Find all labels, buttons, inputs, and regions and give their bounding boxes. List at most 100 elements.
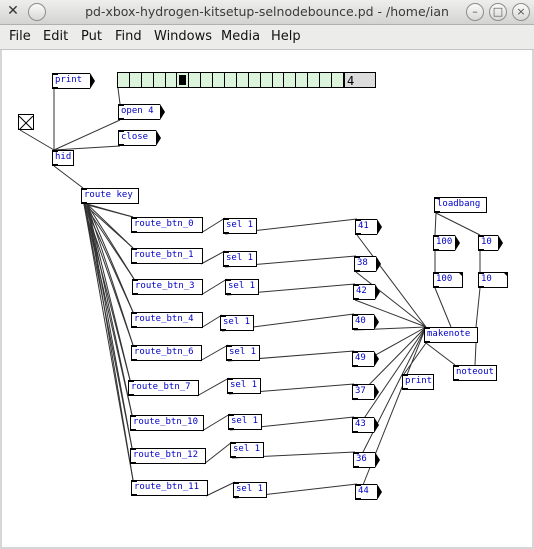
patch-cord[interactable] (117, 87, 121, 105)
patch-cord[interactable] (86, 203, 134, 481)
object-box-s4[interactable]: sel 1 (220, 315, 254, 331)
object-box-s0[interactable]: sel 1 (223, 218, 257, 234)
patch-cord[interactable] (203, 441, 233, 465)
number-box-n100[interactable]: 100 (433, 272, 463, 288)
patch-cord[interactable] (205, 481, 236, 497)
menu-help[interactable]: Help (271, 29, 301, 44)
patch-cord[interactable] (200, 314, 223, 329)
hradio-selector[interactable] (117, 72, 344, 88)
object-box-rb6[interactable]: route_btn_6 (131, 345, 202, 361)
box-label: 100 (436, 237, 453, 247)
number-box-n10[interactable]: 10 (478, 272, 508, 288)
message-box-m43[interactable]: 43 (352, 417, 379, 433)
object-box-routekey[interactable]: route key (81, 188, 139, 204)
patch-cord[interactable] (403, 342, 427, 375)
object-box-s11[interactable]: sel 1 (233, 482, 267, 498)
patch-cord[interactable] (434, 212, 437, 236)
message-box-m44[interactable]: 44 (355, 484, 382, 500)
patch-cord[interactable] (196, 377, 230, 397)
message-box-m37[interactable]: 37 (352, 384, 379, 400)
patch-cord[interactable] (425, 342, 456, 366)
maximize-button[interactable]: □ (489, 3, 507, 21)
object-box-rb10[interactable]: route_btn_10 (130, 415, 204, 431)
menu-edit[interactable]: Edit (43, 29, 68, 44)
patch-cord[interactable] (475, 287, 481, 328)
radio-cell[interactable] (201, 73, 214, 87)
object-box-print2[interactable]: print (402, 374, 434, 390)
menu-windows[interactable]: Windows (154, 29, 212, 44)
patch-canvas[interactable]: 4 print open 4 close hid route key route_btn_… (2, 50, 532, 547)
close-button[interactable]: × (512, 3, 530, 21)
object-box-rb7[interactable]: route_btn_7 (128, 380, 199, 396)
patch-cord[interactable] (435, 212, 481, 236)
radio-cell[interactable] (153, 73, 166, 87)
menu-media[interactable]: Media (221, 29, 260, 44)
radio-cell[interactable] (320, 73, 333, 87)
radio-cell[interactable] (129, 73, 142, 87)
menu-file[interactable]: File (9, 29, 31, 44)
patch-cord[interactable] (200, 217, 226, 234)
radio-cell[interactable] (332, 73, 343, 87)
radio-cell[interactable] (272, 73, 285, 87)
bang-toggle[interactable] (18, 114, 34, 131)
patch-cord[interactable] (86, 203, 133, 416)
object-box-loadbang[interactable]: loadbang (434, 197, 487, 213)
radio-cell[interactable] (213, 73, 226, 87)
patch-cord[interactable] (434, 287, 452, 328)
radio-cell[interactable] (308, 73, 321, 87)
object-box-s12[interactable]: sel 1 (230, 442, 264, 458)
patch-cord[interactable] (201, 413, 231, 432)
outlet (433, 286, 439, 288)
patch-cord[interactable] (86, 203, 134, 346)
object-box-rb1[interactable]: route_btn_1 (131, 248, 203, 264)
menu-find[interactable]: Find (115, 29, 142, 44)
object-box-rb4[interactable]: route_btn_4 (131, 312, 203, 328)
message-box-print1[interactable]: print (52, 73, 95, 89)
object-box-makenote[interactable]: makenote (424, 327, 478, 343)
message-box-close[interactable]: close (118, 130, 161, 146)
patch-cord[interactable] (200, 250, 226, 265)
patch-cord[interactable] (53, 119, 121, 151)
object-box-rb3[interactable]: route_btn_3 (132, 279, 203, 295)
radio-cell[interactable] (260, 73, 273, 87)
radio-cell[interactable] (141, 73, 154, 87)
radio-cell[interactable] (189, 73, 202, 87)
inlet (132, 279, 138, 281)
patch-wires (19, 87, 481, 501)
patch-cord[interactable] (199, 344, 229, 362)
object-box-s3[interactable]: sel 1 (225, 279, 259, 295)
patch-cord[interactable] (474, 342, 477, 366)
menu-put[interactable]: Put (81, 29, 102, 44)
message-box-open4[interactable]: open 4 (118, 104, 165, 120)
minimize-button[interactable]: – (466, 3, 484, 21)
message-box-m100[interactable]: 100 (433, 235, 460, 251)
object-box-s1[interactable]: sel 1 (223, 251, 257, 267)
radio-cell[interactable] (225, 73, 237, 87)
object-box-s7[interactable]: sel 1 (227, 378, 261, 394)
radio-cell[interactable] (284, 73, 297, 87)
radio-cell[interactable] (296, 73, 309, 87)
outlet (223, 232, 229, 234)
object-box-rb11[interactable]: route_btn_11 (131, 480, 208, 496)
message-box-m40[interactable]: 40 (352, 314, 379, 330)
object-box-hid[interactable]: hid (52, 150, 74, 166)
object-box-noteout[interactable]: noteout (453, 365, 497, 381)
message-box-m41[interactable]: 41 (355, 219, 382, 235)
patch-cord[interactable] (200, 278, 228, 296)
object-box-rb0[interactable]: route_btn_0 (131, 217, 203, 233)
radio-cell[interactable] (118, 73, 130, 87)
patch-cord[interactable] (19, 129, 55, 151)
radio-cell[interactable] (177, 73, 190, 87)
patch-cord[interactable] (53, 165, 84, 189)
object-box-s6[interactable]: sel 1 (226, 345, 260, 361)
object-box-s10[interactable]: sel 1 (228, 414, 262, 430)
message-box-m36[interactable]: 36 (353, 452, 380, 468)
radio-cell[interactable] (248, 73, 261, 87)
radio-cell[interactable] (236, 73, 249, 87)
message-box-m10[interactable]: 10 (478, 235, 503, 251)
object-box-rb12[interactable]: route_btn_12 (130, 448, 206, 464)
message-box-m38[interactable]: 38 (354, 256, 381, 272)
message-box-m49[interactable]: 49 (352, 351, 379, 367)
radio-cell[interactable] (165, 73, 178, 87)
message-box-m42[interactable]: 42 (353, 284, 380, 300)
